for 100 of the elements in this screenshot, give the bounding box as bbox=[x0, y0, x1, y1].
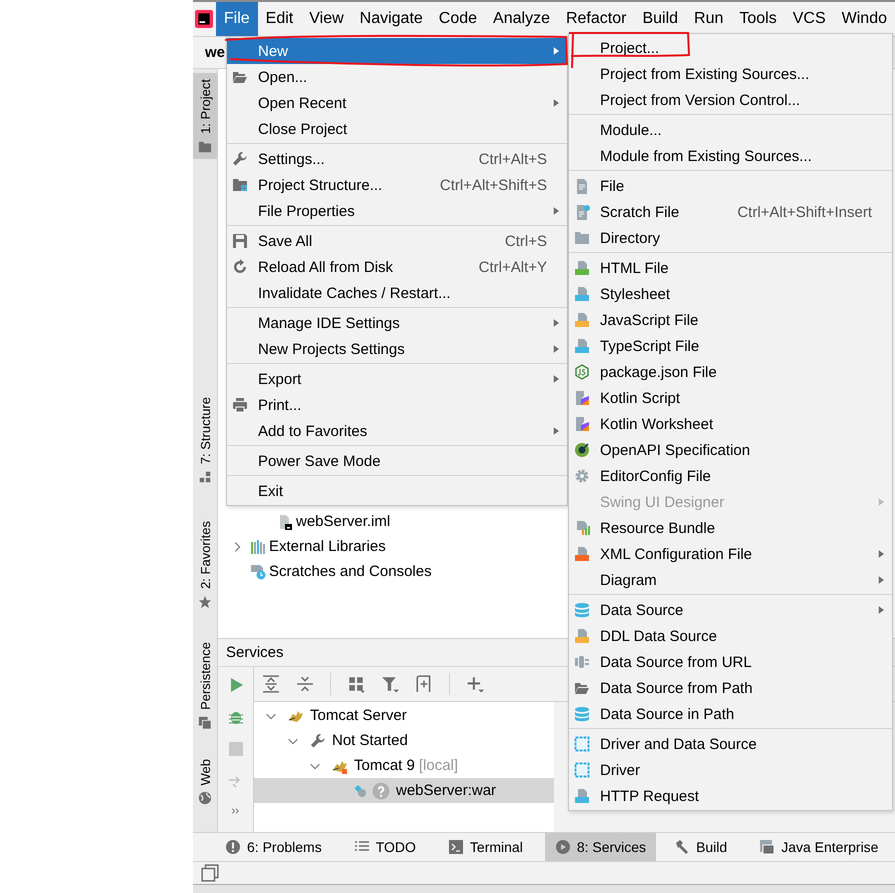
menu-item[interactable]: Project... bbox=[569, 35, 892, 61]
css-file-icon bbox=[574, 286, 590, 302]
tree-row[interactable]: Tomcat 9 [local] bbox=[254, 753, 554, 778]
tool-window-tab[interactable]: 1: Project bbox=[193, 73, 217, 159]
menu-item[interactable]: HTTP Request bbox=[569, 783, 892, 809]
menu-bar-item[interactable]: Tools bbox=[731, 2, 785, 36]
menu-item[interactable]: OpenAPI Specification bbox=[569, 437, 892, 463]
folder-grid-icon bbox=[232, 177, 248, 193]
api-circle-icon bbox=[574, 442, 590, 458]
menu-bar-item[interactable]: VCS bbox=[784, 2, 834, 36]
menu-item[interactable]: EditorConfig File bbox=[569, 463, 892, 489]
menu-item[interactable]: XML Configuration File bbox=[569, 541, 892, 567]
menu-item[interactable]: Diagram bbox=[569, 567, 892, 593]
menu-item[interactable]: TypeScript File bbox=[569, 333, 892, 359]
tool-window-tab[interactable]: Web bbox=[193, 752, 217, 810]
menu-bar-item[interactable]: Refactor bbox=[558, 2, 634, 36]
menu-item[interactable]: Export bbox=[227, 366, 567, 392]
module-file-icon bbox=[277, 514, 293, 530]
plug-icon bbox=[574, 654, 590, 670]
menu-item[interactable]: Resource Bundle bbox=[569, 515, 892, 541]
menu-item[interactable]: Kotlin Worksheet bbox=[569, 411, 892, 437]
menu-item[interactable]: Driver bbox=[569, 757, 892, 783]
database-icon bbox=[574, 602, 590, 618]
tree-item[interactable]: External Libraries bbox=[269, 538, 386, 555]
menu-bar-item[interactable]: Run bbox=[686, 2, 732, 36]
menu-bar-item[interactable]: Build bbox=[634, 2, 686, 36]
menu-item[interactable]: Open Recent bbox=[227, 90, 567, 116]
menu-bar-item[interactable]: File bbox=[216, 2, 258, 36]
kotlin-file-icon bbox=[574, 390, 590, 406]
menu-item[interactable]: Manage IDE Settings bbox=[227, 310, 567, 336]
tool-window-tab[interactable]: 8: Services bbox=[544, 833, 656, 861]
menu-item[interactable]: Driver and Data Source bbox=[569, 731, 892, 757]
menu-item[interactable]: Save All Ctrl+S bbox=[227, 228, 567, 254]
folder-icon bbox=[574, 680, 590, 696]
menu-item[interactable]: Reload All from Disk Ctrl+Alt+Y bbox=[227, 254, 567, 280]
tree-row[interactable]: webServer:war bbox=[254, 778, 554, 803]
menu-bar-item[interactable]: View bbox=[301, 2, 352, 36]
menu-item[interactable]: Print... bbox=[227, 392, 567, 418]
menu-bar-item[interactable]: Edit bbox=[258, 2, 302, 36]
menu-item[interactable]: Data Source in Path bbox=[569, 701, 892, 727]
menu-item[interactable]: JavaScript File bbox=[569, 307, 892, 333]
ddl-file-icon bbox=[574, 628, 590, 644]
terminal-icon bbox=[448, 839, 464, 855]
menu-item[interactable]: Open... bbox=[227, 64, 567, 90]
menu-item[interactable]: Add to Favorites bbox=[227, 418, 567, 444]
menu-item[interactable]: Data Source from Path bbox=[569, 675, 892, 701]
menu-item[interactable]: New bbox=[227, 38, 567, 64]
tree-item[interactable]: Scratches and Consoles bbox=[269, 563, 432, 580]
menu-item[interactable]: DDL Data Source bbox=[569, 623, 892, 649]
menu-item[interactable]: Data Source bbox=[569, 597, 892, 623]
services-icon bbox=[554, 839, 571, 855]
js-file-icon bbox=[574, 312, 590, 328]
menu-item[interactable]: Power Save Mode bbox=[227, 448, 567, 474]
menu-item[interactable]: Settings... Ctrl+Alt+S bbox=[227, 146, 567, 172]
kotlin-file-icon bbox=[574, 416, 590, 432]
breadcrumb[interactable]: we bbox=[205, 44, 226, 61]
menu-item[interactable]: Project Structure... Ctrl+Alt+Shift+S bbox=[227, 172, 567, 198]
group-icon bbox=[347, 675, 365, 693]
menu-item[interactable]: package.json File bbox=[569, 359, 892, 385]
stop-icon bbox=[228, 741, 244, 757]
tool-window-tab[interactable]: 2: Favorites bbox=[193, 515, 217, 614]
tool-window-tab[interactable]: TODO bbox=[344, 833, 426, 861]
menu-item[interactable]: Invalidate Caches / Restart... bbox=[227, 280, 567, 306]
menu-item[interactable]: Close Project bbox=[227, 116, 567, 142]
unknown-status-icon bbox=[372, 782, 390, 800]
printer-icon bbox=[232, 397, 248, 413]
tool-window-tab[interactable]: Java Enterprise bbox=[749, 833, 888, 861]
tree-row[interactable]: Tomcat Server bbox=[254, 703, 554, 728]
menu-item[interactable]: New Projects Settings bbox=[227, 336, 567, 362]
menu-item[interactable]: Project from Version Control... bbox=[569, 87, 892, 113]
menu-item[interactable]: HTML File bbox=[569, 255, 892, 281]
tree-row[interactable]: Not Started bbox=[254, 728, 554, 753]
menu-bar-item[interactable]: Analyze bbox=[485, 2, 558, 36]
filter-icon bbox=[381, 675, 399, 693]
menu-item[interactable]: Project from Existing Sources... bbox=[569, 61, 892, 87]
menu-item[interactable]: Exit bbox=[227, 478, 567, 504]
database-icon bbox=[574, 706, 590, 722]
tree-item[interactable]: webServer.iml bbox=[296, 513, 390, 530]
menu-item[interactable]: Directory bbox=[569, 225, 892, 251]
menu-bar-item[interactable]: Windo bbox=[834, 2, 895, 36]
xml-file-icon bbox=[574, 546, 590, 562]
menu-bar-item[interactable]: Code bbox=[430, 2, 486, 36]
tool-window-tab[interactable]: Terminal bbox=[438, 833, 533, 861]
menu-item[interactable]: Data Source from URL bbox=[569, 649, 892, 675]
tool-window-tab[interactable]: Persistence bbox=[193, 636, 217, 735]
folder-icon bbox=[232, 69, 248, 85]
menu-item[interactable]: Module... bbox=[569, 117, 892, 143]
ts-file-icon bbox=[574, 338, 590, 354]
menu-item[interactable]: File bbox=[569, 173, 892, 199]
tool-window-tab[interactable]: Build bbox=[664, 833, 738, 861]
menu-item[interactable]: Scratch File Ctrl+Alt+Shift+Insert bbox=[569, 199, 892, 225]
menu-item[interactable]: Stylesheet bbox=[569, 281, 892, 307]
tool-window-tab[interactable]: 7: Structure bbox=[193, 390, 217, 490]
structure-icon bbox=[198, 470, 212, 484]
tool-windows-toggle-icon bbox=[201, 864, 219, 882]
menu-item[interactable]: Module from Existing Sources... bbox=[569, 143, 892, 169]
menu-bar-item[interactable]: Navigate bbox=[352, 2, 431, 36]
menu-item[interactable]: Kotlin Script bbox=[569, 385, 892, 411]
tool-window-tab[interactable]: 6: Problems bbox=[215, 833, 332, 861]
menu-item[interactable]: File Properties bbox=[227, 198, 567, 224]
